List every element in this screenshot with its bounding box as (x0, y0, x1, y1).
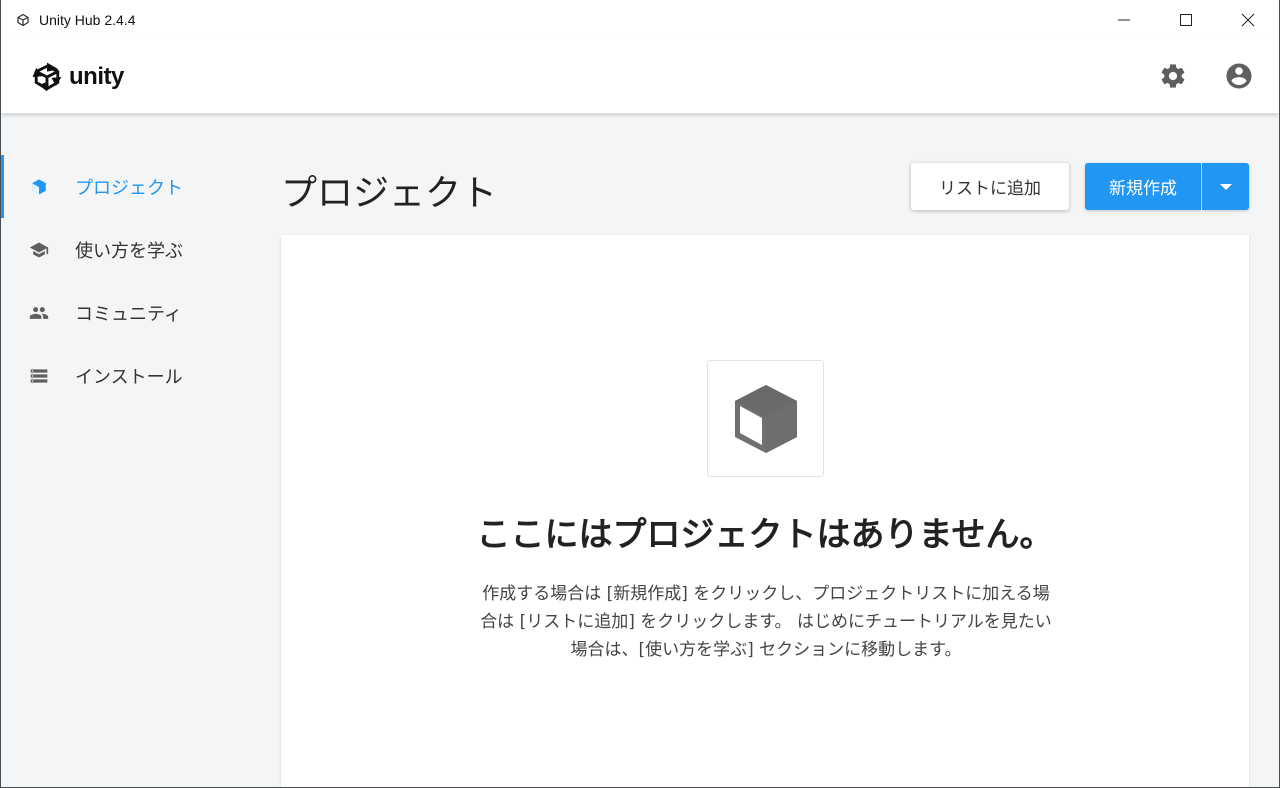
projects-panel: ここにはプロジェクトはありません。 作成する場合は [新規作成] をクリックし、… (281, 235, 1249, 787)
cube-icon (29, 177, 49, 197)
sidebar-item-label: コミュニティ (75, 303, 182, 325)
app-window: Unity Hub 2.4.4 unity プロジェクト 使い方を学ぶ コミュニ… (0, 0, 1280, 788)
window-controls (1093, 0, 1279, 40)
chevron-down-icon (1219, 183, 1232, 190)
account-button[interactable] (1223, 60, 1255, 92)
header-actions (1157, 60, 1255, 92)
new-project-dropdown-button[interactable] (1202, 163, 1249, 210)
empty-state-description: 作成する場合は [新規作成] をクリックし、プロジェクトリストに加える場合は [… (480, 584, 1052, 660)
minimize-icon (1118, 19, 1130, 21)
close-icon (1241, 13, 1255, 27)
logo-text: unity (69, 63, 124, 90)
minimize-button[interactable] (1093, 0, 1155, 40)
close-button[interactable] (1217, 0, 1279, 40)
sidebar-item-label: 使い方を学ぶ (75, 240, 183, 262)
graduation-cap-icon (29, 240, 49, 260)
title-bar: Unity Hub 2.4.4 (1, 0, 1279, 40)
people-icon (29, 303, 49, 323)
sidebar-item-installs[interactable]: インストール (1, 344, 251, 407)
settings-button[interactable] (1157, 60, 1189, 92)
page-title: プロジェクト (281, 173, 498, 214)
unity-logo: unity (29, 57, 124, 97)
unity-hub-app-icon (15, 12, 31, 28)
app-header: unity (1, 40, 1279, 114)
add-to-list-button[interactable]: リストに追加 (911, 163, 1069, 210)
sidebar-nav: プロジェクト 使い方を学ぶ コミュニティ インストール (1, 155, 251, 407)
sidebar-item-projects[interactable]: プロジェクト (1, 155, 251, 218)
account-circle-icon (1226, 63, 1252, 89)
sidebar-item-label: インストール (75, 366, 183, 388)
empty-state-cube-icon (707, 360, 824, 477)
empty-state-title: ここにはプロジェクトはありません。 (476, 515, 1054, 555)
gear-icon (1161, 64, 1185, 88)
sidebar-item-label: プロジェクト (75, 177, 183, 199)
maximize-icon (1180, 14, 1192, 26)
maximize-button[interactable] (1155, 0, 1217, 40)
new-project-button[interactable]: 新規作成 (1085, 163, 1201, 210)
unity-logo-icon (32, 62, 62, 92)
window-title: Unity Hub 2.4.4 (39, 12, 136, 28)
sidebar-item-learn[interactable]: 使い方を学ぶ (1, 218, 251, 281)
list-icon (29, 366, 49, 386)
sidebar-item-community[interactable]: コミュニティ (1, 281, 251, 344)
